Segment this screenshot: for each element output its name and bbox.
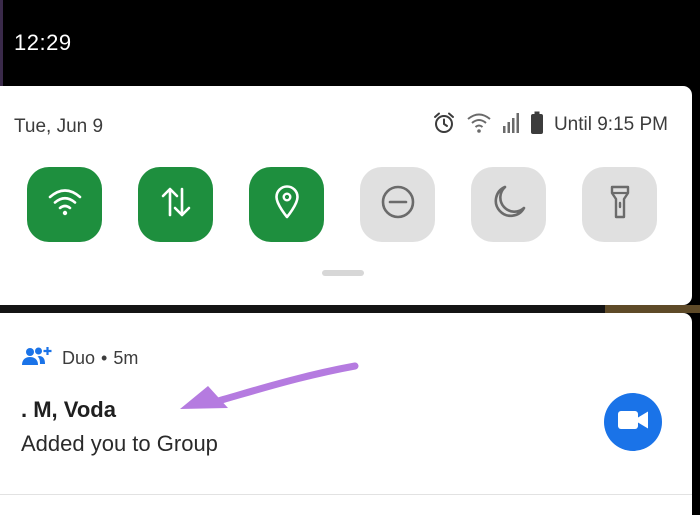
video-camera-icon bbox=[617, 409, 649, 436]
moon-icon bbox=[491, 184, 527, 225]
wifi-icon bbox=[47, 187, 83, 222]
qs-status-icons: Until 9:15 PM bbox=[422, 110, 668, 140]
status-bar-time: 12:29 bbox=[14, 30, 72, 55]
battery-time-remaining: Until 9:15 PM bbox=[553, 114, 668, 135]
notification-title: . M, Voda bbox=[21, 397, 116, 422]
notification-body: Added you to Group bbox=[21, 431, 218, 456]
duo-app-badge[interactable] bbox=[604, 393, 662, 451]
tile-location[interactable] bbox=[249, 167, 324, 242]
wifi-icon bbox=[466, 112, 492, 139]
expand-handle[interactable] bbox=[322, 270, 364, 276]
group-add-icon bbox=[22, 346, 52, 371]
notification-separator: • bbox=[101, 348, 108, 368]
signal-icon bbox=[502, 112, 520, 139]
flashlight-icon bbox=[609, 184, 631, 225]
location-pin-icon bbox=[274, 185, 300, 224]
tile-flashlight[interactable] bbox=[582, 167, 657, 242]
qs-date[interactable]: Tue, Jun 9 bbox=[14, 116, 103, 138]
wallpaper-tint bbox=[605, 305, 700, 313]
notification-app-name: Duo bbox=[62, 348, 96, 368]
wallpaper-strip bbox=[0, 305, 700, 313]
duo-notification[interactable]: Duo • 5m . M, Voda Added you to Group bbox=[0, 313, 692, 515]
tile-do-not-disturb[interactable] bbox=[360, 167, 435, 242]
alarm-icon bbox=[432, 111, 456, 140]
tile-wifi[interactable] bbox=[27, 167, 102, 242]
tile-night-mode[interactable] bbox=[471, 167, 546, 242]
up-down-arrows-icon bbox=[160, 185, 192, 224]
tile-mobile-data[interactable] bbox=[138, 167, 213, 242]
notification-header: Duo • 5m bbox=[22, 346, 138, 371]
battery-icon bbox=[530, 111, 544, 140]
quick-settings-panel: Tue, Jun 9 Until 9:15 PM bbox=[0, 86, 692, 305]
notification-time: 5m bbox=[113, 348, 139, 368]
minus-circle-icon bbox=[380, 184, 416, 225]
notification-divider bbox=[0, 494, 692, 495]
